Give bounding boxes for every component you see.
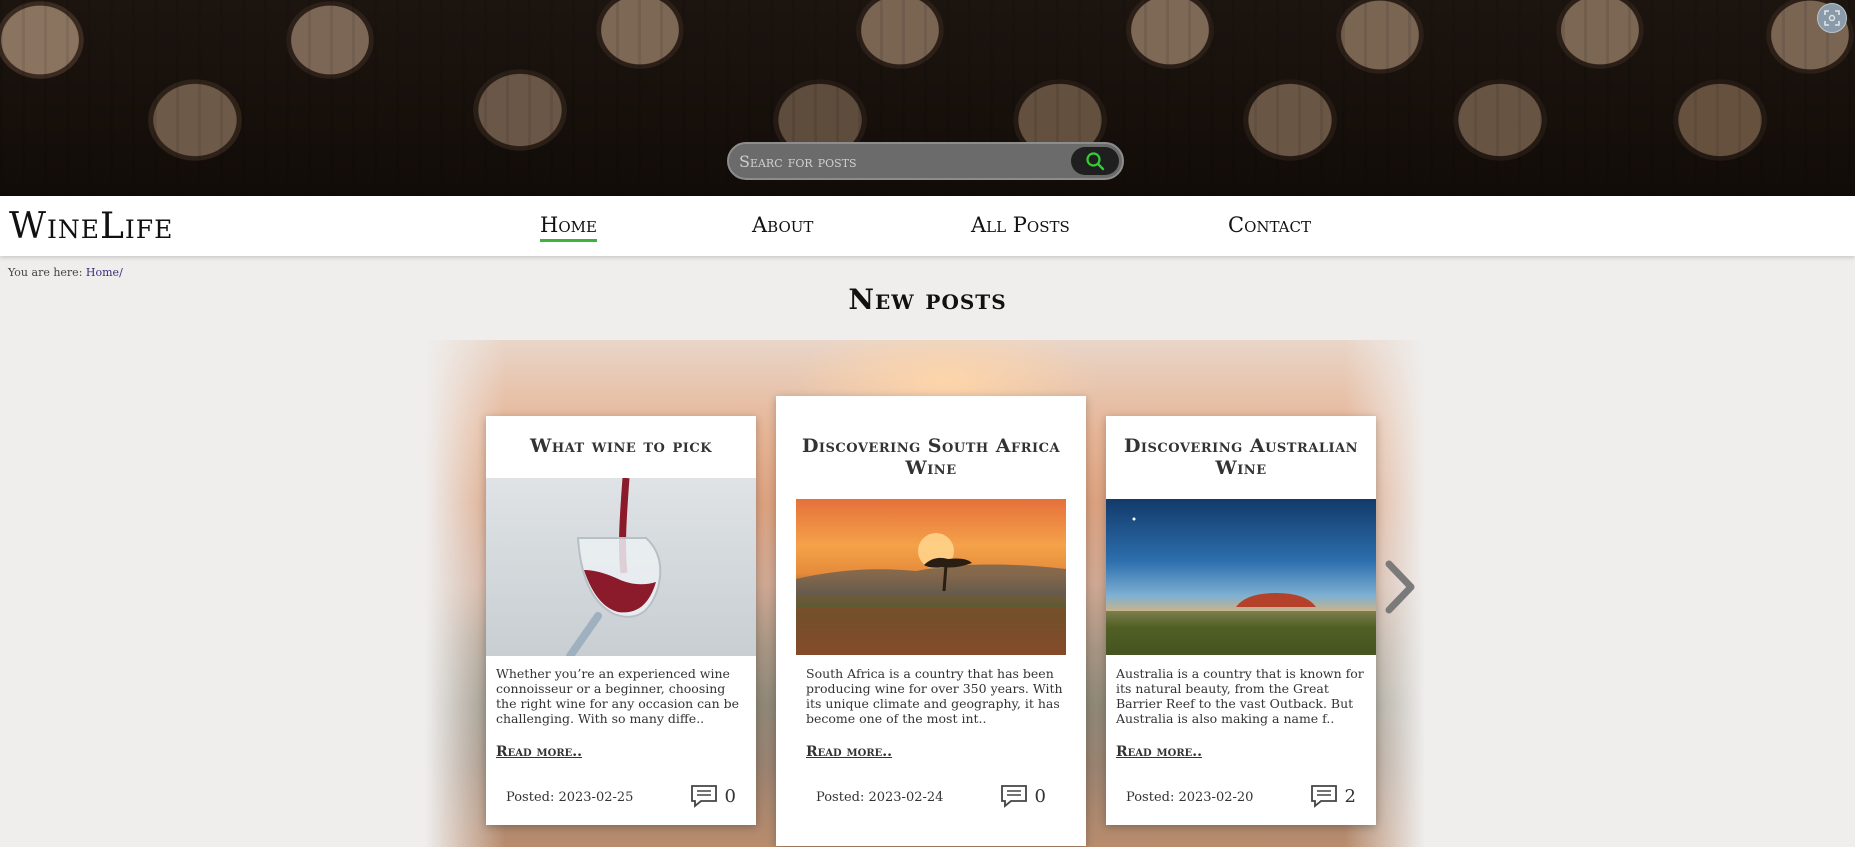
nav-about[interactable]: About — [752, 213, 813, 239]
site-logo[interactable]: WineLife — [9, 206, 173, 247]
comment-icon — [1310, 785, 1337, 808]
search-icon — [1086, 152, 1105, 171]
breadcrumb-separator: / — [119, 266, 123, 279]
search-button[interactable] — [1071, 147, 1119, 175]
read-more-link[interactable]: Read more.. — [496, 744, 582, 760]
post-excerpt: Australia is a country that is known for… — [1116, 666, 1364, 726]
nav-contact[interactable]: Contact — [1228, 213, 1311, 239]
breadcrumb: You are here: Home/ — [8, 266, 123, 279]
post-date: Posted: 2023-02-25 — [506, 790, 634, 805]
search-bar — [727, 142, 1124, 180]
navbar: WineLife Home About All Posts Contact — [0, 196, 1855, 256]
nav-all-posts[interactable]: All Posts — [971, 213, 1070, 239]
post-excerpt: Whether you’re an experienced wine conno… — [496, 666, 740, 726]
search-input[interactable] — [739, 144, 1071, 178]
post-date: Posted: 2023-02-20 — [1126, 790, 1254, 805]
comment-count-value: 0 — [1034, 785, 1046, 807]
post-title[interactable]: What wine to pick — [496, 435, 746, 457]
comment-count[interactable]: 0 — [690, 784, 736, 808]
comment-count[interactable]: 2 — [1310, 784, 1356, 808]
post-image[interactable] — [486, 478, 756, 656]
slider-next-button[interactable] — [1380, 560, 1420, 614]
post-title[interactable]: Discovering Australian Wine — [1116, 435, 1366, 479]
read-more-link[interactable]: Read more.. — [806, 744, 892, 760]
post-image[interactable] — [1106, 499, 1376, 655]
section-title: New posts — [848, 283, 1007, 316]
comment-icon — [1000, 785, 1027, 808]
comment-icon — [690, 785, 717, 808]
post-card[interactable]: What wine to pick Whether you’re an expe… — [486, 416, 756, 825]
breadcrumb-prefix: You are here: — [8, 266, 83, 279]
post-image[interactable] — [796, 499, 1066, 655]
comment-count[interactable]: 0 — [1000, 784, 1046, 808]
post-card[interactable]: Discovering Australian Wine Australia is… — [1106, 416, 1376, 825]
chevron-right-icon — [1385, 560, 1415, 614]
comment-count-value: 0 — [724, 785, 736, 807]
comment-count-value: 2 — [1344, 785, 1356, 807]
post-title[interactable]: Discovering South Africa Wine — [796, 435, 1066, 479]
nav-home[interactable]: Home — [540, 213, 597, 242]
post-date: Posted: 2023-02-24 — [816, 790, 944, 805]
screenshot-icon[interactable] — [1817, 3, 1847, 33]
read-more-link[interactable]: Read more.. — [1116, 744, 1202, 760]
post-excerpt: South Africa is a country that has been … — [806, 666, 1063, 726]
breadcrumb-home-link[interactable]: Home — [86, 266, 119, 279]
post-card-featured[interactable]: Discovering South Africa Wine South Afri… — [776, 396, 1086, 846]
